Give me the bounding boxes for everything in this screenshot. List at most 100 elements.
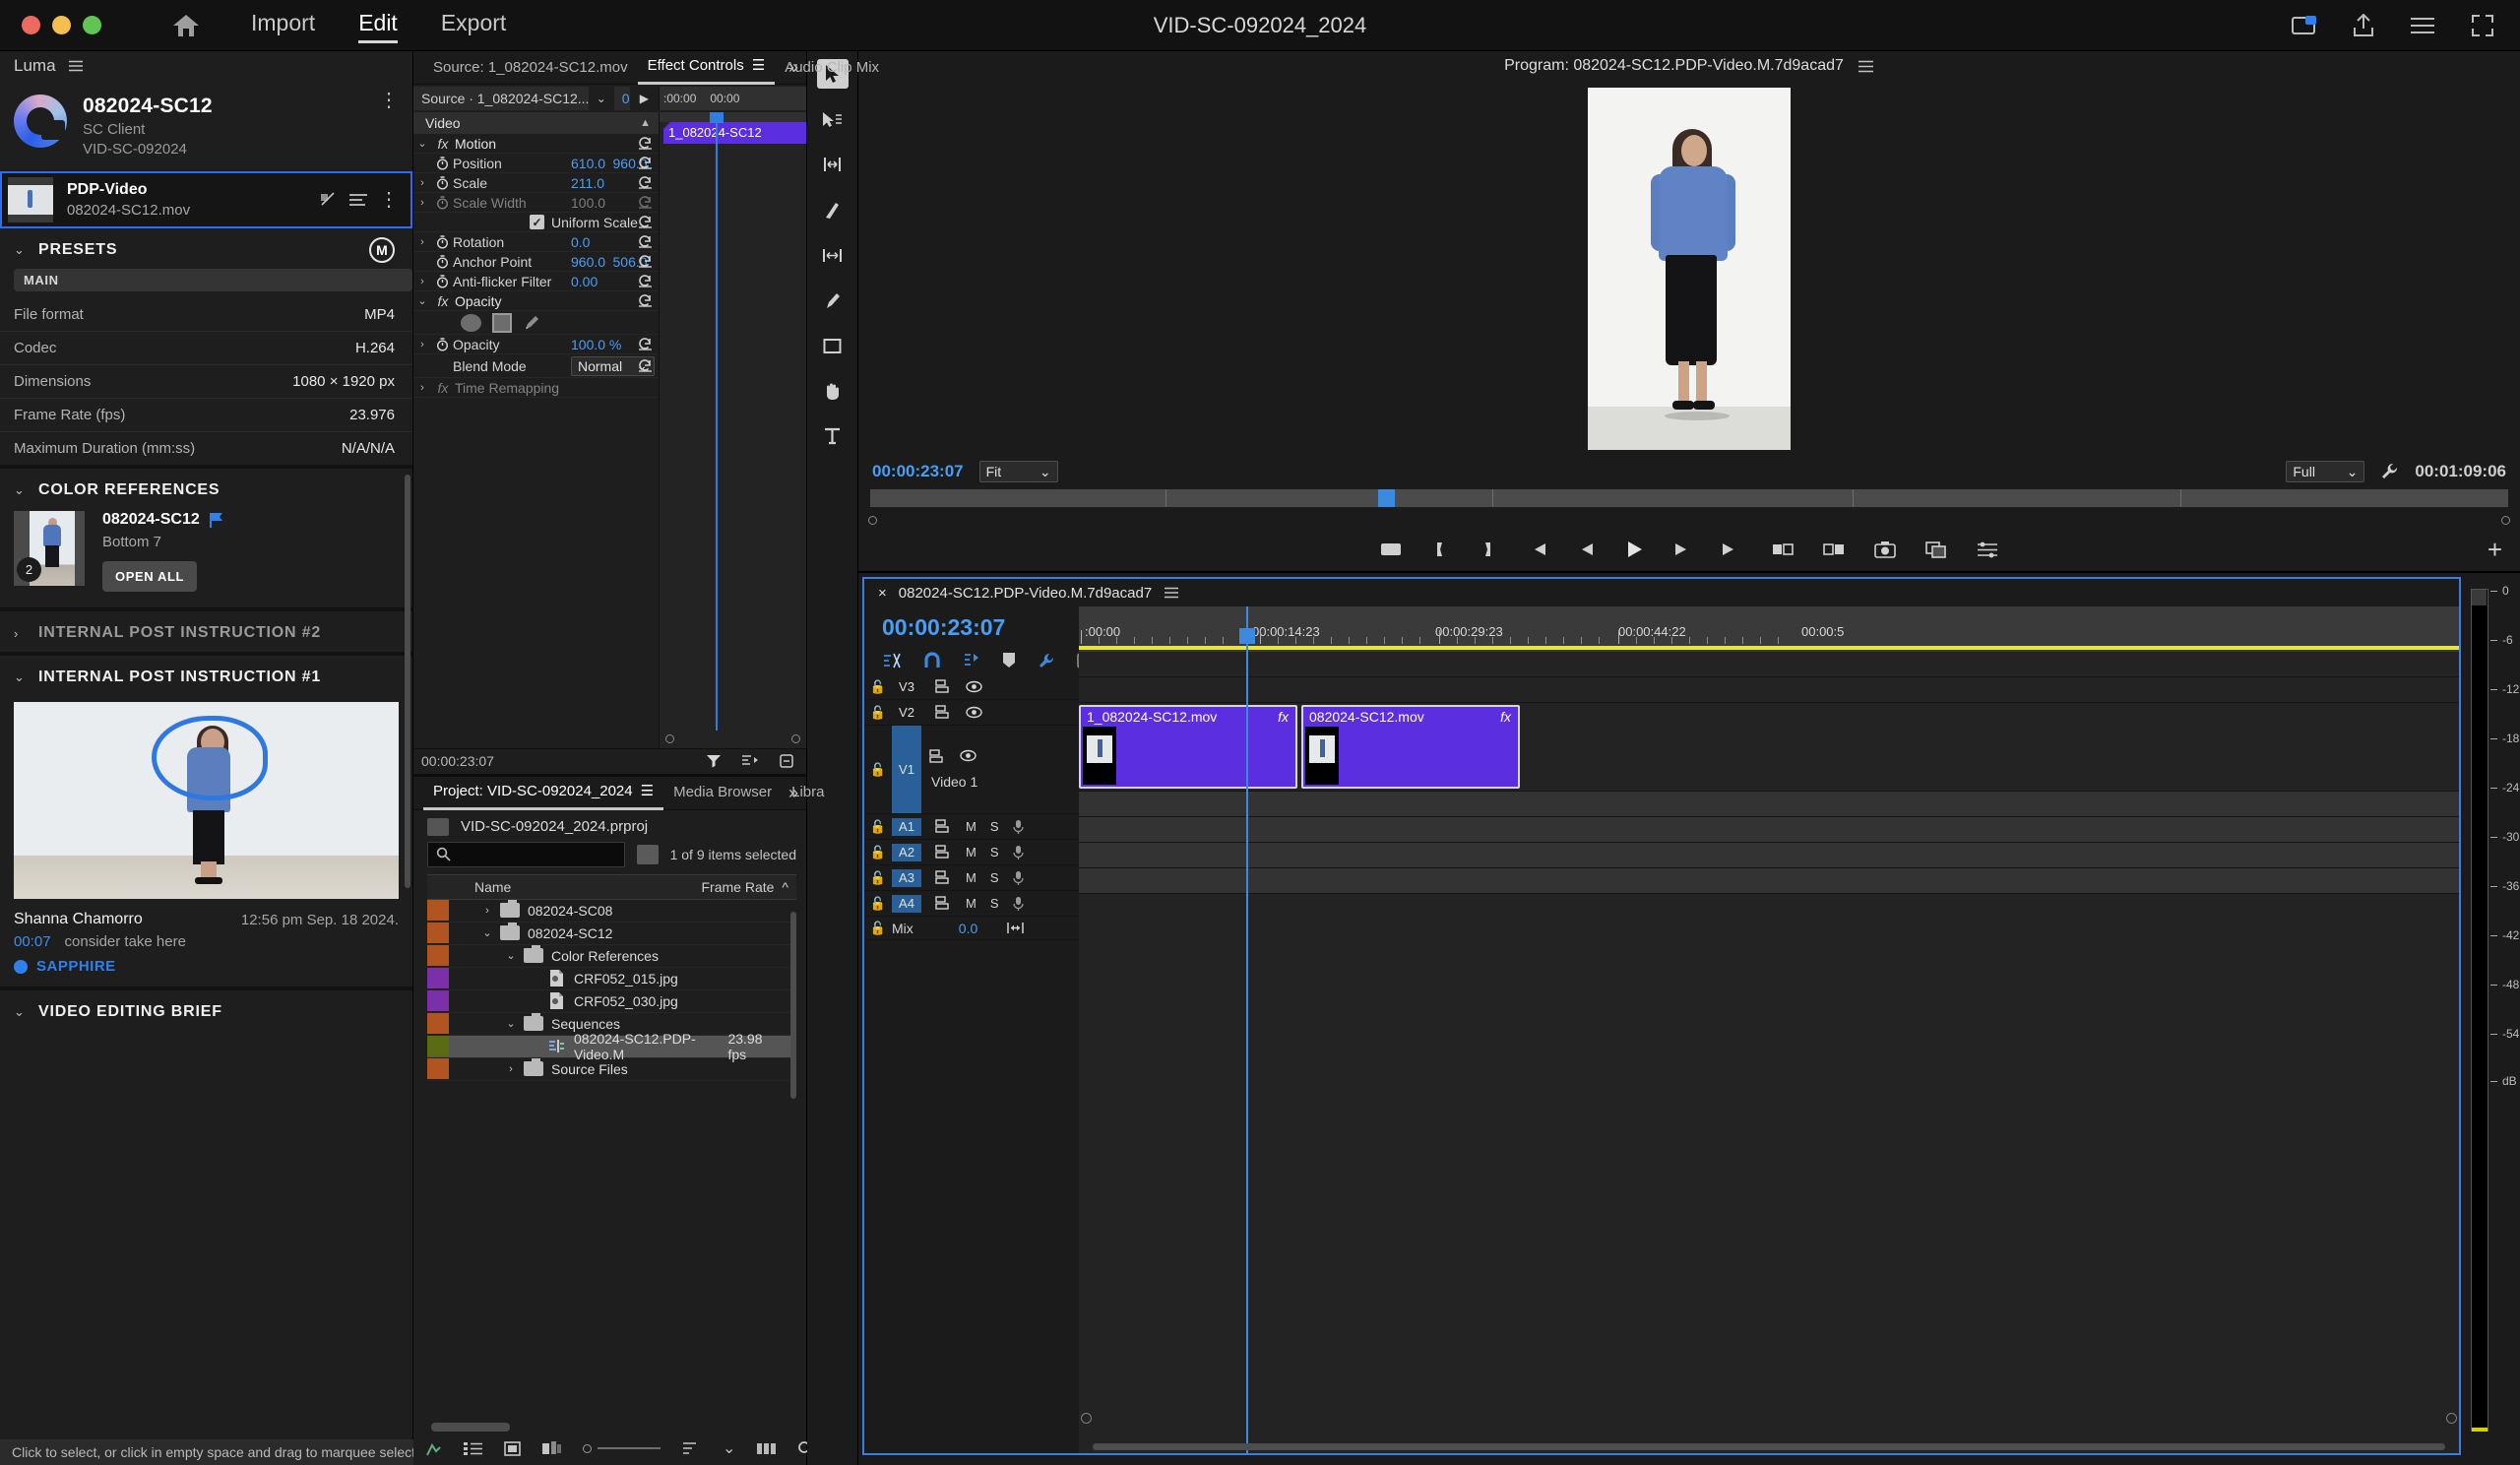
- main-nav-tabs[interactable]: Import Edit Export: [251, 10, 506, 41]
- chevron-right-icon[interactable]: ›: [413, 236, 431, 248]
- timeline-track-a1[interactable]: [1079, 792, 2459, 817]
- column-frame-rate[interactable]: Frame Rate: [702, 879, 775, 895]
- add-button-icon[interactable]: +: [2488, 535, 2502, 565]
- project-path-row[interactable]: VID-SC-092024_2024.prproj: [413, 810, 806, 842]
- reset-icon[interactable]: [638, 294, 653, 308]
- project-list-scrollbar[interactable]: [790, 912, 796, 1099]
- tools-panel[interactable]: [807, 51, 858, 1465]
- timeline-clip[interactable]: 082024-SC12.mov fx: [1301, 705, 1520, 789]
- more-tabs-icon[interactable]: »: [788, 57, 798, 78]
- linked-selection-icon[interactable]: [963, 652, 980, 669]
- project-toolbar[interactable]: ⌄ ❙: [413, 1432, 806, 1465]
- track-header-v1[interactable]: 🔓 V1 Video 1: [864, 726, 1079, 814]
- timeline-sequence[interactable]: × 082024-SC12.PDP-Video.M.7d9acad7 00:00…: [862, 577, 2461, 1455]
- settings-wrench-icon[interactable]: [2380, 462, 2399, 481]
- track-name[interactable]: A4: [892, 895, 921, 913]
- track-header-a3[interactable]: 🔓 A3 M S: [864, 865, 1079, 891]
- play-breadcrumb-icon[interactable]: ▶: [630, 92, 659, 105]
- panel-menu-icon[interactable]: ☰: [752, 57, 765, 74]
- go-to-out-button[interactable]: [1721, 541, 1742, 557]
- zoom-handle-left[interactable]: [1081, 1413, 1092, 1424]
- asset-overflow-menu-icon[interactable]: ⋮: [379, 194, 399, 206]
- sync-lock-icon[interactable]: [935, 705, 952, 720]
- timeline-playhead[interactable]: [1246, 606, 1248, 1453]
- sort-ascending-icon[interactable]: ^: [782, 879, 788, 895]
- reset-icon[interactable]: [638, 137, 653, 151]
- add-marker-button[interactable]: [1380, 541, 1402, 557]
- panel-menu-icon[interactable]: [1858, 60, 1874, 73]
- step-back-button[interactable]: [1577, 541, 1595, 557]
- reset-icon[interactable]: [638, 275, 653, 288]
- asset-list-icon[interactable]: [349, 193, 367, 207]
- disclosure-triangle-icon[interactable]: ⌄: [474, 926, 500, 939]
- pen-mask-icon[interactable]: [523, 313, 541, 332]
- program-monitor-title[interactable]: Program: 082024-SC12.PDP-Video.M.7d9acad…: [1504, 57, 1844, 75]
- mark-in-button[interactable]: [1431, 541, 1449, 558]
- timeline-track-a3[interactable]: [1079, 843, 2459, 868]
- stopwatch-icon[interactable]: [431, 196, 453, 210]
- param-scale-width[interactable]: › Scale Width 100.0: [413, 193, 659, 213]
- param-rotation[interactable]: › Rotation 0.0: [413, 232, 659, 252]
- zoom-handle-right[interactable]: [791, 734, 800, 743]
- table-row[interactable]: ⌄ 082024-SC12: [427, 923, 796, 945]
- add-marker-icon[interactable]: [1002, 652, 1016, 669]
- mini-timeline-clip[interactable]: 1_082024-SC12: [663, 122, 806, 144]
- mic-icon[interactable]: [1013, 896, 1024, 912]
- track-name[interactable]: A2: [892, 844, 921, 861]
- table-row[interactable]: CRF052_030.jpg: [427, 990, 796, 1013]
- track-header-a1[interactable]: 🔓 A1 M S: [864, 814, 1079, 840]
- list-view-icon[interactable]: [464, 1441, 482, 1456]
- table-row[interactable]: › 082024-SC08: [427, 900, 796, 923]
- sync-lock-icon[interactable]: [935, 679, 952, 694]
- timeline-horizontal-scrollbar[interactable]: [1093, 1443, 2445, 1450]
- column-name[interactable]: Name: [427, 879, 511, 895]
- close-window-button[interactable]: [22, 16, 40, 34]
- scrub-track[interactable]: [870, 489, 2508, 507]
- lock-icon[interactable]: 🔓: [864, 679, 892, 695]
- panel-wrench-icon[interactable]: [779, 753, 794, 769]
- lock-icon[interactable]: 🔓: [864, 726, 892, 813]
- navigate-up-icon[interactable]: [427, 818, 449, 836]
- minimize-window-button[interactable]: [52, 16, 71, 34]
- title-bar-actions[interactable]: [2292, 14, 2494, 37]
- disclosure-triangle-icon[interactable]: ›: [498, 1063, 524, 1075]
- lift-button[interactable]: [1772, 541, 1794, 557]
- timeline-toolbar[interactable]: CC: [864, 647, 1079, 674]
- breadcrumb-sequence[interactable]: 082024-SC12.PDP-Video...: [614, 87, 630, 110]
- rect-mask-icon[interactable]: [492, 313, 512, 333]
- mic-icon[interactable]: [1013, 870, 1024, 886]
- tab-source-monitor[interactable]: Source: 1_082024-SC12.mov: [423, 52, 638, 84]
- solo-button[interactable]: S: [990, 845, 999, 860]
- stopwatch-icon[interactable]: [431, 157, 453, 170]
- mini-playhead[interactable]: [716, 112, 718, 731]
- fullscreen-icon[interactable]: [2471, 14, 2494, 37]
- workspace-label[interactable]: Luma: [14, 56, 56, 76]
- chevron-up-icon[interactable]: ▲: [640, 117, 651, 129]
- snap-icon[interactable]: [923, 652, 941, 669]
- param-opacity[interactable]: › Opacity 100.0 %: [413, 335, 659, 354]
- window-controls[interactable]: [0, 16, 101, 34]
- timeline-title[interactable]: 082024-SC12.PDP-Video.M.7d9acad7: [899, 585, 1152, 602]
- timeline-tracks-area[interactable]: :00:00 00:00:14:23 00:00:29:23 00:00:44:…: [1079, 606, 2459, 1453]
- sync-lock-icon[interactable]: [935, 845, 952, 860]
- mute-button[interactable]: M: [966, 819, 976, 834]
- track-header-v3[interactable]: 🔓 V3: [864, 674, 1079, 700]
- zoom-slider[interactable]: [583, 1444, 661, 1453]
- lock-icon[interactable]: 🔓: [864, 819, 892, 835]
- video-section-header[interactable]: Video ▲: [413, 112, 659, 134]
- timeline-track-v1[interactable]: 1_082024-SC12.mov fx 082024-SC12.mov fx: [1079, 703, 2459, 792]
- effect-group-motion[interactable]: ⌄ fx Motion: [413, 134, 659, 154]
- hand-tool[interactable]: [817, 376, 849, 406]
- stopwatch-icon[interactable]: [431, 235, 453, 249]
- program-current-timecode[interactable]: 00:00:23:07: [872, 462, 964, 481]
- program-scrub-bar[interactable]: [858, 486, 2520, 512]
- reset-icon[interactable]: [638, 359, 653, 373]
- effect-controls-tab-row[interactable]: Source: 1_082024-SC12.mov Effect Control…: [413, 51, 806, 85]
- sync-lock-icon[interactable]: [929, 749, 946, 764]
- tab-media-browser[interactable]: Media Browser: [663, 777, 782, 808]
- solo-button[interactable]: S: [990, 819, 999, 834]
- table-row[interactable]: CRF052_015.jpg: [427, 968, 796, 990]
- effect-group-opacity[interactable]: ⌄ fx Opacity: [413, 291, 659, 311]
- mix-value[interactable]: 0.0: [914, 921, 977, 936]
- effect-controls-timecode[interactable]: 00:00:23:07: [413, 753, 494, 769]
